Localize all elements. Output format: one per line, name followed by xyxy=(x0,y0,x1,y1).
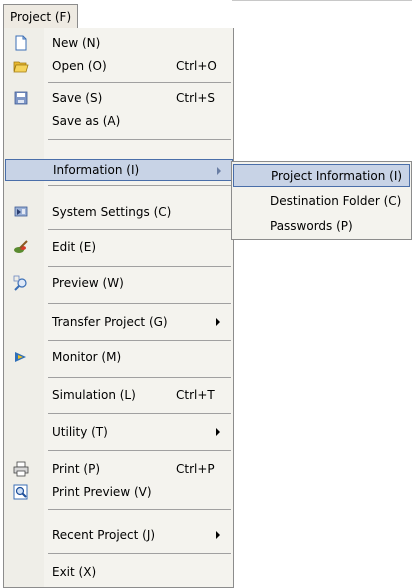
menu-item-shortcut: Ctrl+P xyxy=(176,462,215,476)
menu-item-label: Information (I) xyxy=(53,163,140,177)
submenu-item-passwords[interactable]: Passwords (P) xyxy=(233,214,410,237)
submenu-item-label: Project Information (I) xyxy=(271,168,403,183)
menu-separator xyxy=(48,266,231,267)
menu-separator xyxy=(48,450,231,451)
print-preview-icon xyxy=(13,484,28,500)
submenu-arrow-icon xyxy=(216,318,220,326)
save-disk-icon xyxy=(14,91,28,105)
submenu-item-destination-folder[interactable]: Destination Folder (C) xyxy=(233,189,410,212)
menu-separator xyxy=(48,82,231,83)
submenu-arrow-icon xyxy=(216,428,220,436)
menu-item-label: Save as (A) xyxy=(52,114,121,128)
menu-separator xyxy=(48,340,231,341)
menu-separator xyxy=(48,185,231,186)
menu-project-label: Project (F) xyxy=(10,9,72,24)
printer-icon xyxy=(13,461,29,477)
menu-item-label: System Settings (C) xyxy=(52,205,172,219)
menu-item-label: Monitor (M) xyxy=(52,350,122,364)
menu-item-edit[interactable]: Edit (E) xyxy=(5,236,233,258)
system-settings-icon xyxy=(14,206,28,217)
menu-item-recent-project[interactable]: Recent Project (J) xyxy=(5,524,233,546)
submenu-item-label: Passwords (P) xyxy=(270,218,353,233)
menu-item-shortcut: Ctrl+S xyxy=(176,91,216,105)
menu-item-label: Transfer Project (G) xyxy=(52,315,168,329)
menu-project[interactable]: Project (F) xyxy=(3,4,79,28)
menu-item-print[interactable]: Print (P) Ctrl+P xyxy=(5,458,233,480)
menu-separator xyxy=(48,139,231,140)
submenu-arrow-icon xyxy=(216,531,220,539)
menu-item-label: Print Preview (V) xyxy=(52,485,152,499)
new-file-icon xyxy=(15,35,27,51)
menu-item-label: Exit (X) xyxy=(52,565,97,579)
menu-item-label: Open (O) xyxy=(52,59,107,73)
submenu-arrow-icon xyxy=(217,167,221,175)
submenu-item-project-information[interactable]: Project Information (I) xyxy=(233,164,410,187)
menu-item-print-preview[interactable]: Print Preview (V) xyxy=(5,481,233,503)
menu-item-save[interactable]: Save (S) Ctrl+S xyxy=(5,87,233,109)
menu-item-label: Preview (W) xyxy=(52,276,124,290)
menu-item-new[interactable]: New (N) xyxy=(5,32,233,54)
menu-item-label: Edit (E) xyxy=(52,240,96,254)
menu-separator xyxy=(48,377,231,378)
menu-separator xyxy=(48,509,231,510)
menu-separator xyxy=(48,303,231,304)
menu-item-system-settings[interactable]: System Settings (C) xyxy=(5,201,233,223)
menu-item-preview[interactable]: Preview (W) xyxy=(5,272,233,294)
edit-brush-icon xyxy=(14,240,28,253)
menu-item-label: Recent Project (J) xyxy=(52,528,156,542)
submenu-item-label: Destination Folder (C) xyxy=(270,193,402,208)
menu-item-save-as[interactable]: Save as (A) xyxy=(5,110,233,132)
menu-item-information[interactable]: Information (I) xyxy=(5,159,233,181)
menu-item-open[interactable]: Open (O) Ctrl+O xyxy=(5,55,233,77)
menu-separator xyxy=(48,413,231,414)
menu-separator xyxy=(48,553,231,554)
menu-item-label: Utility (T) xyxy=(52,425,108,439)
menu-bar-divider xyxy=(232,0,412,1)
menu-bar: Project (F) xyxy=(0,0,412,29)
preview-magnifier-icon xyxy=(13,275,27,291)
menu-separator xyxy=(48,229,231,230)
monitor-icon xyxy=(15,352,26,362)
menu-item-shortcut: Ctrl+O xyxy=(176,59,217,73)
menu-item-label: New (N) xyxy=(52,36,101,50)
menu-item-label: Save (S) xyxy=(52,91,103,105)
menu-item-label: Simulation (L) xyxy=(52,388,136,402)
menu-item-shortcut: Ctrl+T xyxy=(176,388,215,402)
project-dropdown-menu: New (N) Open (O) Ctrl+O Save (S) Ctrl+S … xyxy=(3,28,234,588)
menu-item-utility[interactable]: Utility (T) xyxy=(5,421,233,443)
information-submenu: Project Information (I) Destination Fold… xyxy=(231,161,412,240)
menu-item-monitor[interactable]: Monitor (M) xyxy=(5,346,233,368)
menu-item-label: Print (P) xyxy=(52,462,101,476)
menu-item-exit[interactable]: Exit (X) xyxy=(5,561,233,583)
menu-item-simulation[interactable]: Simulation (L) Ctrl+T xyxy=(5,384,233,406)
open-folder-icon xyxy=(13,61,29,73)
menu-item-transfer-project[interactable]: Transfer Project (G) xyxy=(5,311,233,333)
